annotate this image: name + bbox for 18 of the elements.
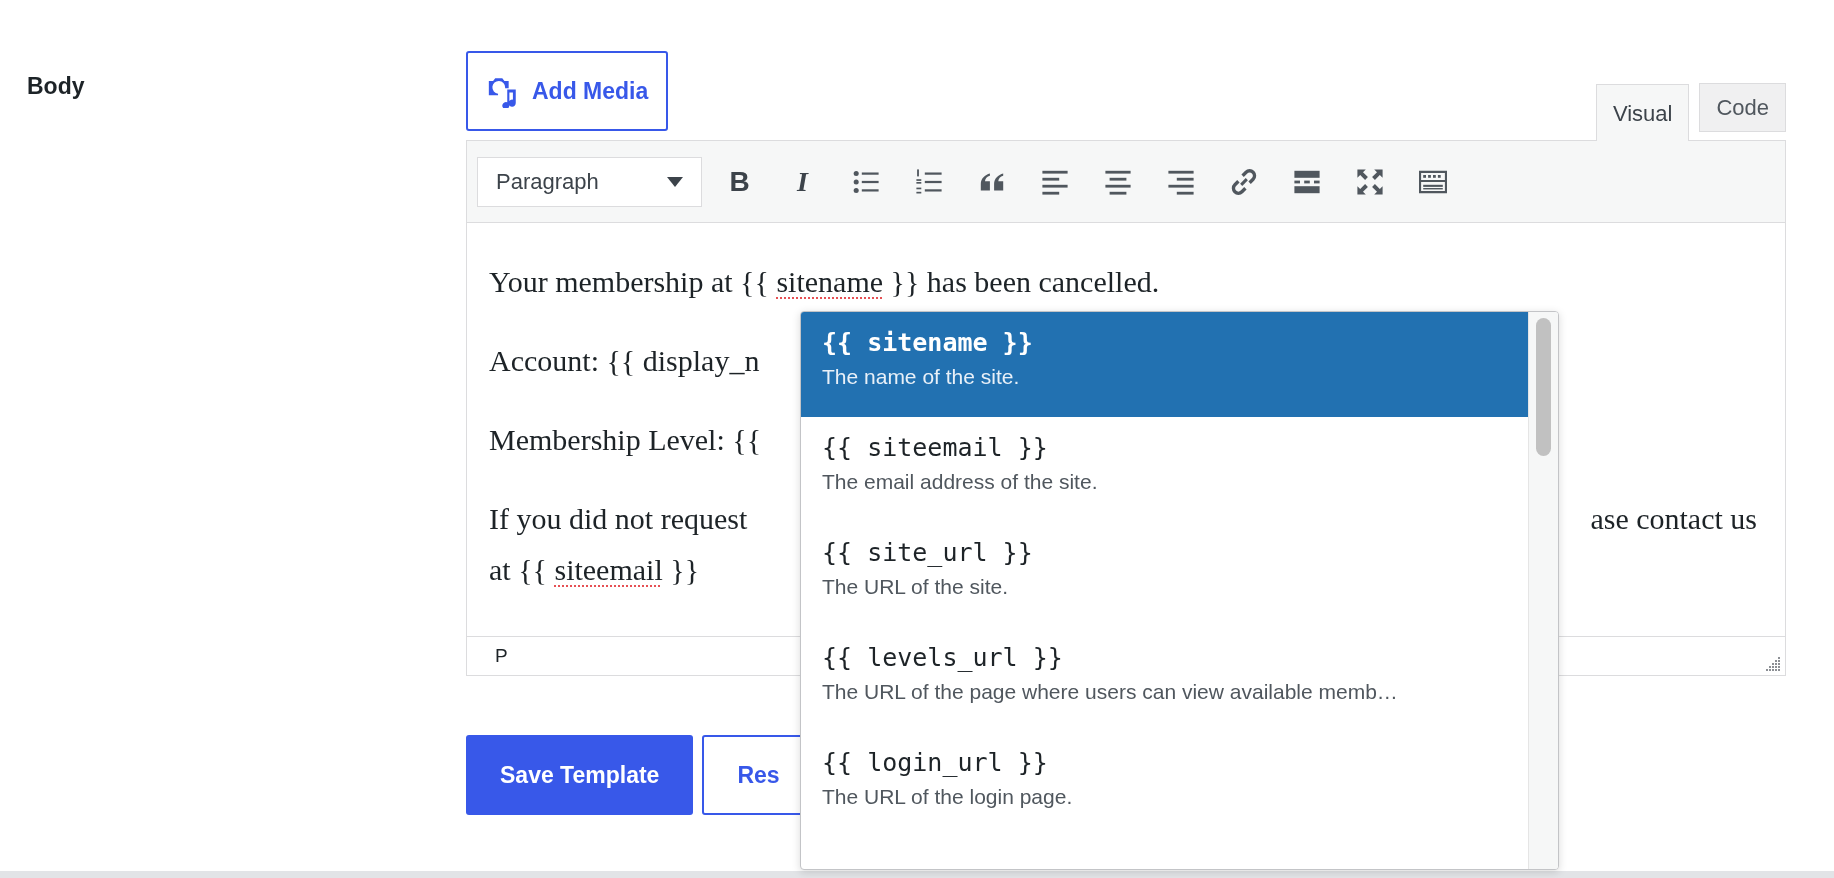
tag-name: {{ siteemail }} [822,433,1049,463]
tag-description: The URL of the page where users can view available memb… [822,680,1399,704]
paragraph-text: Account: {{ display_n [489,343,760,379]
field-label: Body [27,73,85,99]
tag-description: The email address of the site. [822,470,1099,494]
tag-name: {{ sitename }} [822,328,1034,358]
tag-description: The name of the site. [822,365,1021,389]
element-path: P [495,643,508,668]
tag-name: {{ site_url }} [822,538,1034,568]
paragraph-text: If you did not request [489,501,748,537]
paragraph-text: ase contact us [1590,501,1757,537]
tag-name: {{ levels_url }} [822,643,1064,673]
tag-name: {{ login_url }} [822,748,1049,778]
tag-description: The URL of the site. [822,575,1009,599]
paragraph-text: at {{ siteemail }} [489,552,700,588]
paragraph-text: Your membership at {{ sitename }} has been cancelled. [489,264,1160,300]
tag-description: The URL of the login page. [822,785,1074,809]
paragraph-text: Membership Level: {{ [489,422,762,458]
